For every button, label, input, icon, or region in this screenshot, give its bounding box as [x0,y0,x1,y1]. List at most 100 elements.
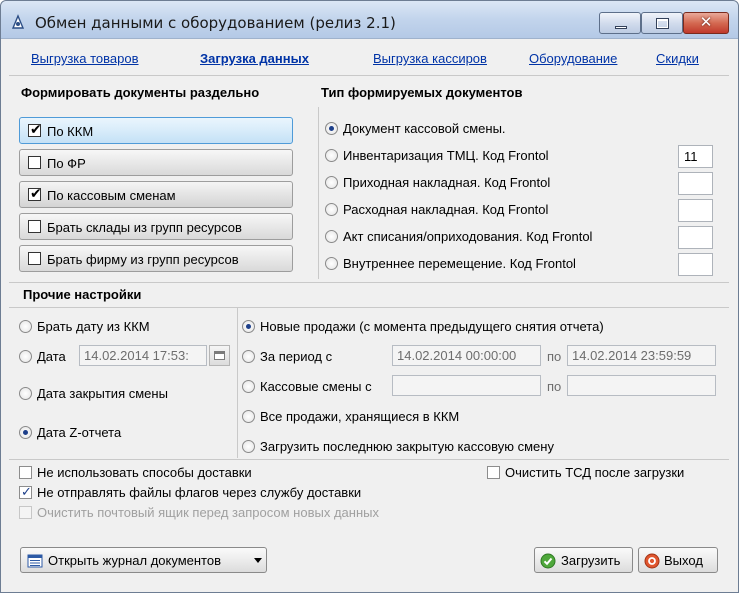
checkbox-by-kkm: ✔ [28,121,42,137]
tab-strip: Выгрузка товаров Загрузка данных Выгрузк… [1,47,738,69]
radio-indicator [19,320,32,333]
tab-export-goods[interactable]: Выгрузка товаров [31,51,139,66]
radio-label: Документ кассовой смены. [343,121,506,136]
load-button-label: Загрузить [561,553,621,568]
other-title-divider [9,307,729,308]
checkbox-label: Не отправлять файлы флагов через службу … [37,485,362,500]
radio-indicator [325,176,338,189]
checkbox-label: Очистить почтовый ящик перед запросом но… [37,505,379,520]
radio-label: Новые продажи (с момента предыдущего сня… [260,319,604,334]
exit-button[interactable]: Выход [638,547,718,573]
check-mark-icon: ✔ [30,121,42,137]
radio-label: Инвентаризация ТМЦ. Код Frontol [343,148,549,163]
chevron-down-icon [254,558,262,563]
radio-indicator [242,380,255,393]
tab-equipment[interactable]: Оборудование [529,51,617,66]
toggle-label: Брать склады из групп ресурсов [47,220,242,235]
toggle-by-kkm[interactable]: ✔ По ККМ [19,117,293,144]
incoming-code-input[interactable] [678,172,713,195]
shift-from-input[interactable] [392,375,541,396]
check-mark-icon: ✔ [30,185,42,201]
radio-label: Расходная накладная. Код Frontol [343,202,549,217]
maximize-icon [656,18,669,29]
radio-indicator [242,440,255,453]
check-circle-icon [540,553,556,569]
radio-indicator [242,320,255,333]
checkbox-label: Очистить ТСД после загрузки [505,465,685,480]
close-button[interactable]: ✕ [683,12,729,34]
radio-label: За период с [260,349,333,364]
separate-docs-title: Формировать документы раздельно [21,85,260,100]
period-to-label: по [547,349,562,364]
maximize-button[interactable] [641,12,683,34]
transfer-code-input[interactable] [678,253,713,276]
checkbox-indicator: ✓ [19,484,32,499]
radio-label: Акт списания/оприходования. Код Frontol [343,229,593,244]
tabs-divider [9,75,729,76]
outgoing-code-input[interactable] [678,199,713,222]
checkbox-by-fr [28,156,41,169]
period-to-input[interactable]: 14.02.2014 23:59:59 [567,345,716,366]
app-icon [11,14,25,29]
tab-discounts[interactable]: Скидки [656,51,699,66]
radio-indicator [325,230,338,243]
radio-label: Загрузить последнюю закрытую кассовую см… [260,439,554,454]
date-input[interactable]: 14.02.2014 17:53: [79,345,207,366]
checkbox-indicator [487,466,500,479]
radio-indicator [325,203,338,216]
radio-label: Внутреннее перемещение. Код Frontol [343,256,576,271]
checkbox-warehouses-from-groups [28,220,41,233]
radio-indicator [19,387,32,400]
other-split-divider [237,308,238,458]
toggle-by-shifts[interactable]: ✔ По кассовым сменам [19,181,293,208]
doc-types-left-edge [318,107,319,279]
radio-indicator [242,350,255,363]
load-button[interactable]: Загрузить [534,547,633,573]
exit-button-label: Выход [664,553,703,568]
radio-label: Приходная накладная. Код Frontol [343,175,551,190]
minimize-button[interactable] [599,12,641,34]
checkbox-indicator [19,506,32,519]
check-mark-icon: ✓ [21,484,32,499]
radio-label: Все продажи, хранящиеся в ККМ [260,409,460,424]
checkbox-by-shifts: ✔ [28,185,42,201]
journal-icon [27,554,43,568]
calendar-button[interactable] [209,345,230,366]
exit-icon [644,553,660,569]
tab-export-cashiers[interactable]: Выгрузка кассиров [373,51,487,66]
radio-label: Дата Z-отчета [37,425,122,440]
period-from-input[interactable]: 14.02.2014 00:00:00 [392,345,541,366]
toggle-warehouses-from-groups[interactable]: Брать склады из групп ресурсов [19,213,293,240]
radio-indicator [325,149,338,162]
other-settings-title: Прочие настройки [23,287,142,302]
tab-load-data[interactable]: Загрузка данных [200,51,309,66]
open-journal-button[interactable]: Открыть журнал документов [20,547,251,573]
shift-to-input[interactable] [567,375,716,396]
radio-indicator [242,410,255,423]
shift-to-label: по [547,379,562,394]
toggle-label: По ФР [47,156,86,171]
checkbox-firm-from-groups [28,252,41,265]
close-icon: ✕ [699,14,713,31]
radio-label: Дата закрытия смены [37,386,168,401]
toggle-firm-from-groups[interactable]: Брать фирму из групп ресурсов [19,245,293,272]
radio-label: Кассовые смены с [260,379,372,394]
journal-button-label: Открыть журнал документов [48,553,221,568]
checkbox-label: Не использовать способы доставки [37,465,252,480]
inventory-code-input[interactable]: 11 [678,145,713,168]
toggle-label: Брать фирму из групп ресурсов [47,252,239,267]
writeoff-code-input[interactable] [678,226,713,249]
calendar-icon [214,351,225,360]
doc-types-title: Тип формируемых документов [321,85,523,100]
radio-label: Дата [37,349,66,364]
other-divider [9,282,729,283]
toggle-by-fr[interactable]: По ФР [19,149,293,176]
window-title: Обмен данными с оборудованием (релиз 2.1… [35,14,396,32]
journal-dropdown-button[interactable] [250,547,267,573]
radio-indicator [325,257,338,270]
minimize-icon [615,26,627,29]
toggle-label: По кассовым сменам [47,188,176,203]
radio-indicator [325,122,338,135]
checkbox-indicator [19,466,32,479]
radio-indicator [19,350,32,363]
